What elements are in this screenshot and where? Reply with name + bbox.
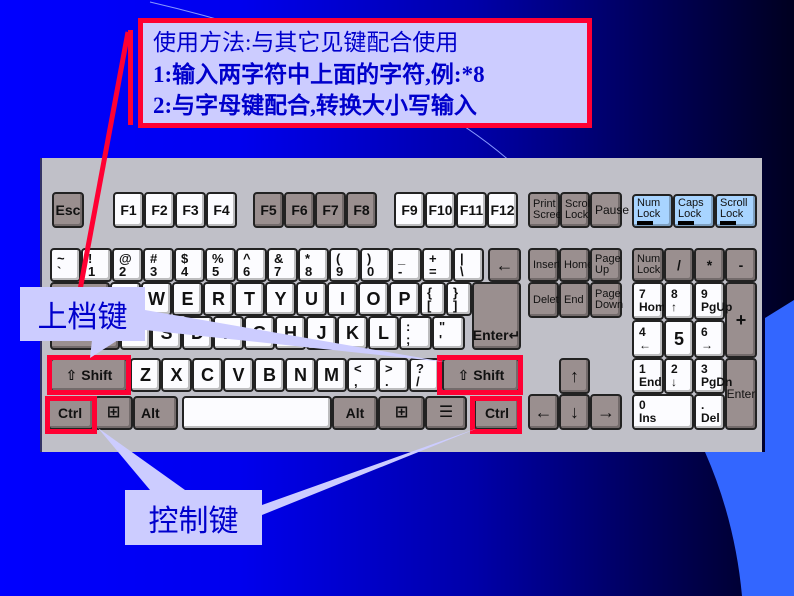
callout-pointer-right-shift (145, 310, 445, 362)
callout-pointer-right-ctrl (262, 428, 478, 515)
pointer-line (77, 31, 131, 291)
callout-shift-key: 上档键 (20, 287, 145, 341)
callout-ctrl-key: 控制键 (125, 490, 262, 545)
callout-pointer-left-ctrl (98, 428, 185, 490)
callout-pointer-left-shift (90, 340, 118, 358)
